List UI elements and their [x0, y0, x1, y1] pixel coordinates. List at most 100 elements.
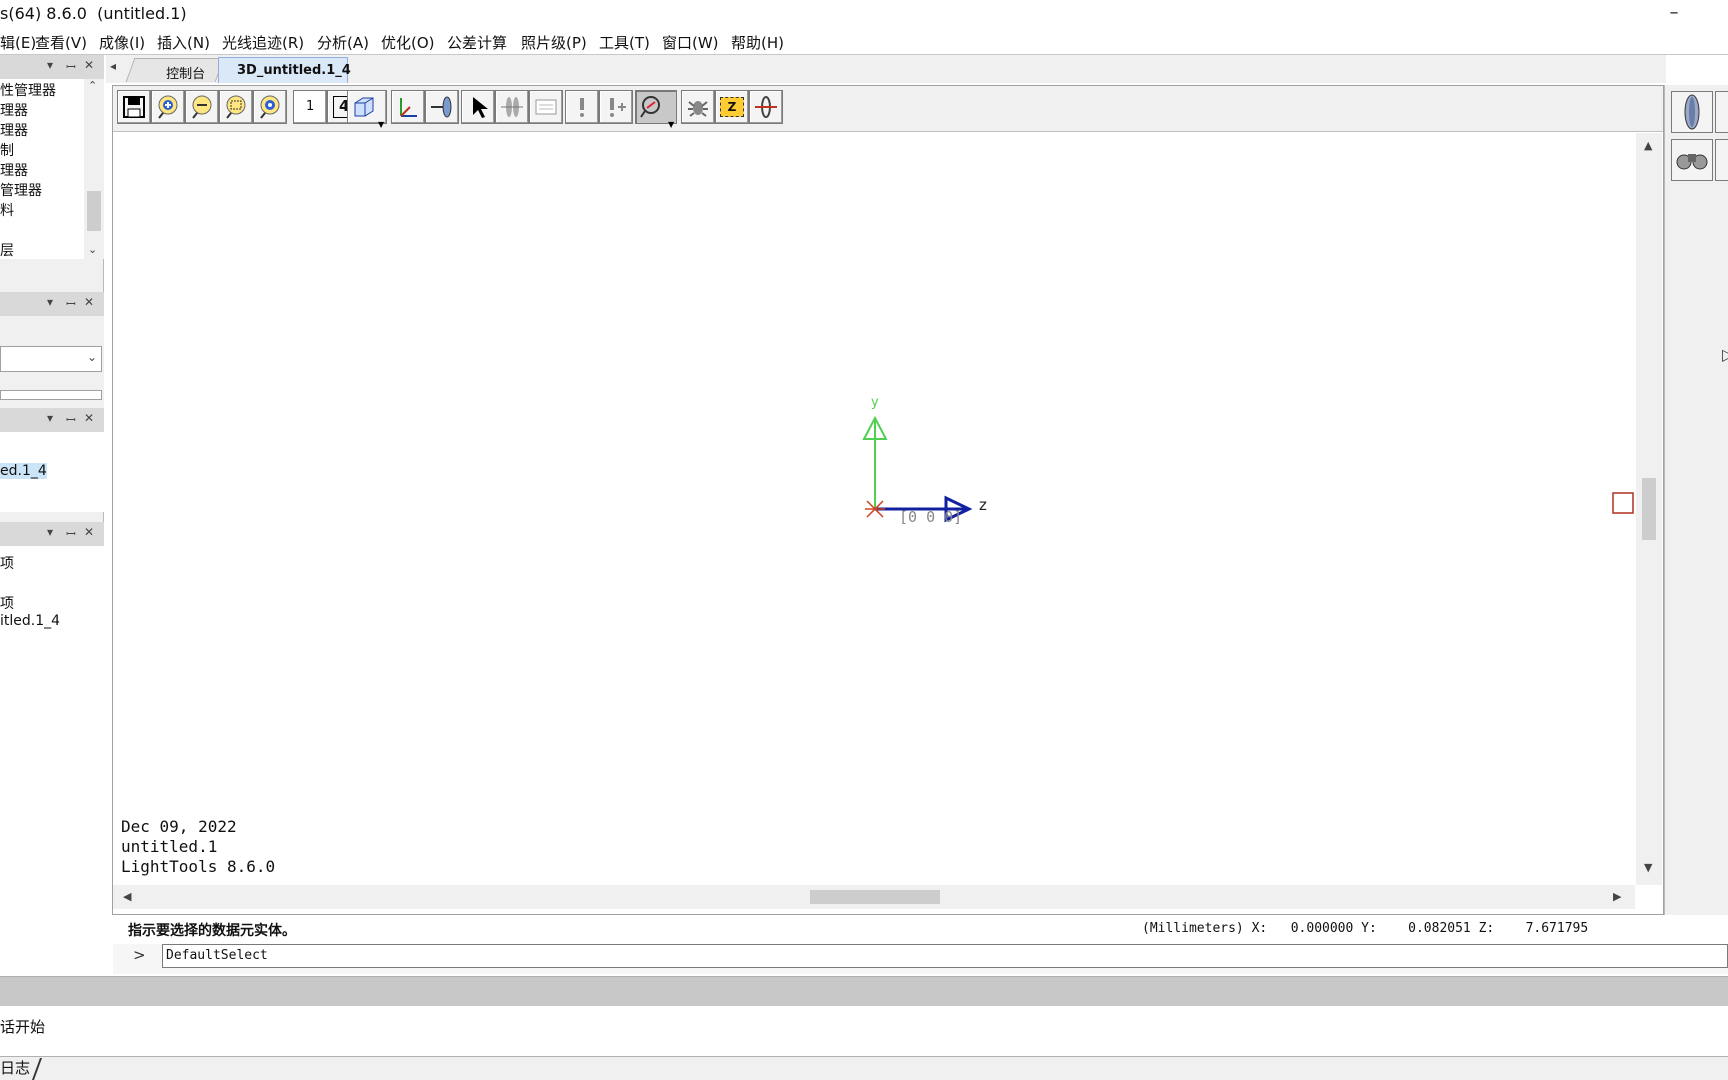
menu-item[interactable]: 窗口(W)	[662, 32, 719, 53]
coordinate-readout: (Millimeters) X: 0.000000 Y: 0.082051 Z:…	[1142, 921, 1588, 936]
list-item[interactable]: itled.1_4	[0, 613, 60, 629]
views-panel: ed.1_4	[0, 432, 104, 512]
panel-2-dropdown[interactable]: ⌄	[0, 346, 102, 372]
tree-item[interactable]: 料	[0, 200, 14, 220]
info-date: Dec 09, 2022	[121, 817, 237, 836]
zoom-fit-icon[interactable]	[253, 90, 287, 124]
panel-menu-icon[interactable]: ▾	[47, 525, 53, 539]
scroll-down-icon[interactable]: ⌄	[88, 243, 97, 256]
view-item[interactable]: ed.1_4	[0, 463, 47, 479]
manager-tree: 性管理器 理器 理器制理器 管理器料层 ⌃ ⌄	[0, 79, 104, 259]
tab-3d-view[interactable]: 3D_untitled.1_4	[218, 57, 351, 83]
z-label: Z:	[1478, 921, 1495, 936]
vertical-scroll-thumb[interactable]	[1642, 478, 1656, 540]
minimize-button[interactable]: –	[1662, 2, 1686, 26]
save-icon[interactable]	[117, 90, 151, 124]
render-icon[interactable]	[425, 90, 459, 124]
menu-item[interactable]: 工具(T)	[599, 32, 650, 53]
zoom-in-icon[interactable]	[151, 90, 185, 124]
right-dock	[1664, 85, 1728, 915]
menu-item[interactable]: 插入(N)	[157, 32, 210, 53]
pin-icon[interactable]: ꟷ	[66, 58, 76, 75]
pin-icon[interactable]: ꟷ	[66, 525, 76, 542]
exclamation-plus-icon[interactable]	[599, 90, 633, 124]
zoom-out-icon[interactable]	[185, 90, 219, 124]
info-version: LightTools 8.6.0	[121, 857, 276, 876]
tree-scroll-thumb[interactable]	[87, 191, 101, 231]
close-icon[interactable]: ✕	[84, 525, 94, 539]
log-tab-bar	[0, 1056, 1728, 1080]
menu-item[interactable]: 光线追迹(R)	[222, 32, 304, 53]
session-text: 话开始	[0, 1018, 46, 1036]
panel-4-body: 项项 itled.1_4	[0, 546, 104, 976]
scroll-right-icon[interactable]: ▶	[1613, 890, 1621, 903]
bottom-panel-header	[0, 976, 1728, 1006]
info-filename: untitled.1	[121, 837, 218, 856]
lens-icon[interactable]	[495, 90, 529, 124]
exclamation-icon[interactable]	[565, 90, 599, 124]
lens-icon[interactable]	[1671, 91, 1713, 133]
tree-item[interactable]: 管理器	[0, 180, 42, 200]
panel-menu-icon[interactable]: ▾	[47, 411, 53, 425]
close-icon[interactable]: ✕	[84, 411, 94, 425]
menu-item[interactable]: 照片级(P)	[521, 32, 587, 53]
side-tool-button[interactable]	[1715, 139, 1728, 181]
panel-header-3: ▾ ꟷ ✕	[0, 408, 104, 432]
tree-item[interactable]: 理器	[0, 160, 28, 180]
pin-icon[interactable]: ꟷ	[66, 295, 76, 312]
pin-icon[interactable]: ꟷ	[66, 411, 76, 428]
side-tool-button[interactable]	[1715, 91, 1728, 133]
tab-console[interactable]: 控制台	[125, 58, 225, 82]
marker-square	[1612, 492, 1634, 514]
scroll-up-icon[interactable]: ▲	[1644, 139, 1652, 152]
zoom-window-icon[interactable]	[219, 90, 253, 124]
z-frame-icon[interactable]: Z	[715, 90, 749, 124]
menu-item[interactable]: 查看(V)	[35, 32, 87, 53]
scroll-left-icon[interactable]: ◀	[123, 890, 131, 903]
expand-arrow-icon[interactable]: ▷	[1722, 345, 1728, 364]
binoculars-icon[interactable]	[1671, 139, 1713, 181]
tree-item[interactable]: 性管理器	[0, 80, 56, 100]
tree-item[interactable]: 理器	[0, 120, 28, 140]
axes-icon[interactable]	[391, 90, 425, 124]
ray-icon[interactable]	[749, 90, 783, 124]
origin-label: [0 0 0]	[899, 508, 962, 526]
panel-menu-icon[interactable]: ▾	[47, 295, 53, 309]
scroll-up-icon[interactable]: ⌃	[88, 79, 97, 92]
list-item[interactable]: 项	[0, 593, 14, 613]
panel-icon[interactable]	[529, 90, 563, 124]
z-axis-label: z	[979, 496, 987, 514]
tree-item[interactable]: 理器	[0, 100, 28, 120]
single-view-button[interactable]: 1	[293, 90, 327, 124]
close-icon[interactable]: ✕	[84, 58, 94, 72]
tab-scroll-left-icon[interactable]: ◂	[110, 59, 116, 73]
panel-menu-icon[interactable]: ▾	[47, 58, 53, 72]
menu-item[interactable]: 分析(A)	[317, 32, 369, 53]
tree-item[interactable]: 层	[0, 240, 14, 259]
panel-header-2: ▾ ꟷ ✕	[0, 292, 104, 316]
tree-scrollbar[interactable]: ⌃ ⌄	[84, 79, 104, 259]
title-bar: s(64) 8.6.0 (untitled.1) –	[0, 0, 1728, 30]
menu-item[interactable]: 辑(E)	[0, 32, 36, 53]
y-value: 0.082051	[1408, 921, 1471, 936]
command-prompt-icon: >	[133, 946, 146, 964]
panel-2-field[interactable]	[0, 390, 102, 400]
chevron-down-icon[interactable]: ▼	[378, 121, 388, 129]
menu-item[interactable]: 公差计算	[447, 32, 507, 53]
scroll-down-icon[interactable]: ▼	[1644, 861, 1652, 874]
probe-icon[interactable]: ▼	[635, 90, 677, 129]
menu-item[interactable]: 成像(I)	[99, 32, 145, 53]
command-input[interactable]: DefaultSelect	[162, 944, 1728, 968]
chevron-down-icon[interactable]: ▼	[668, 121, 678, 129]
menu-item[interactable]: 帮助(H)	[731, 32, 784, 53]
3d-viewport[interactable]: y z [0 0 0] Dec 09, 2022 untitled.1 Ligh…	[113, 133, 1635, 885]
single-view-label: 1	[306, 99, 315, 114]
list-item[interactable]: 项	[0, 553, 14, 573]
horizontal-scroll-thumb[interactable]	[810, 890, 940, 904]
menu-item[interactable]: 优化(O)	[381, 32, 435, 53]
bug-icon[interactable]	[681, 90, 715, 124]
tree-item[interactable]: 制	[0, 140, 14, 160]
close-icon[interactable]: ✕	[84, 295, 94, 309]
box-view-icon[interactable]: ▼	[347, 90, 387, 129]
select-arrow-icon[interactable]	[461, 90, 495, 124]
